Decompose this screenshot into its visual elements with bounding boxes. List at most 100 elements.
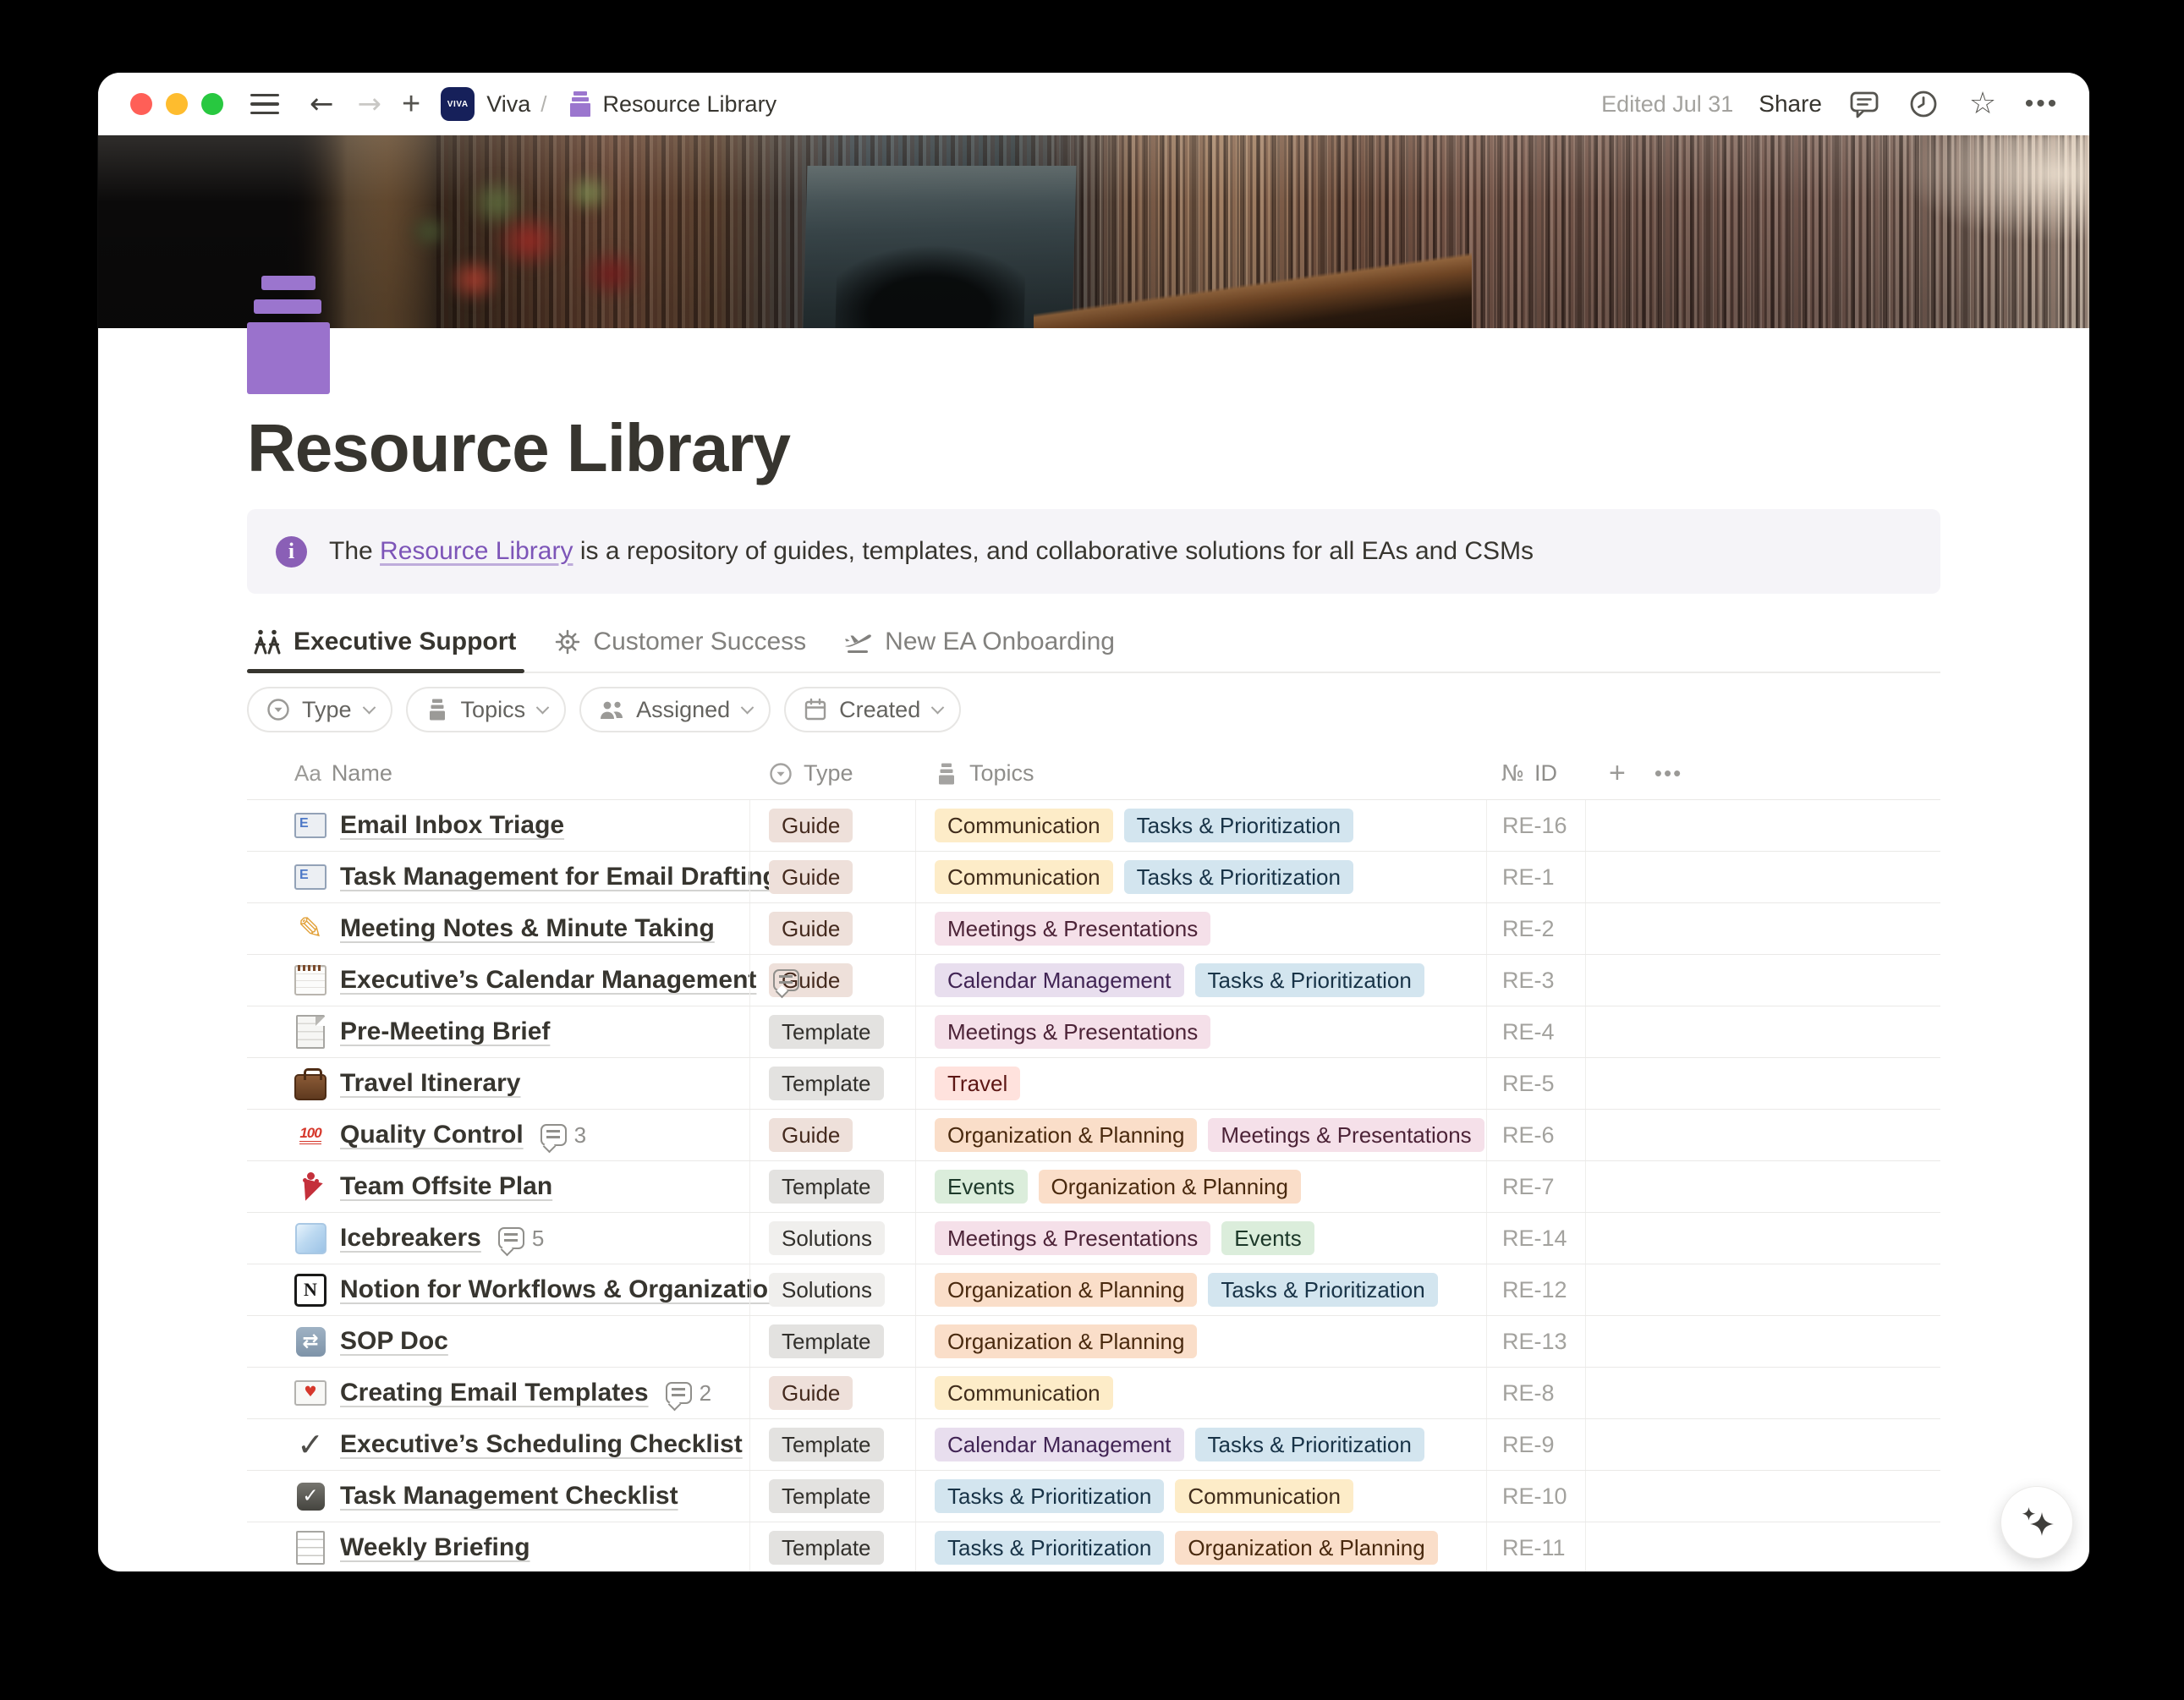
notion-ai-button[interactable] bbox=[2000, 1486, 2073, 1559]
page-archive-icon[interactable] bbox=[247, 276, 345, 394]
new-page-icon[interactable]: + bbox=[402, 86, 420, 123]
page-link[interactable]: Weekly Briefing bbox=[340, 1533, 530, 1562]
type-cell[interactable]: Template bbox=[749, 1471, 915, 1522]
page-link[interactable]: Icebreakers bbox=[340, 1224, 481, 1253]
comment-indicator[interactable]: 3 bbox=[541, 1122, 586, 1149]
name-cell[interactable]: Team Offsite Plan bbox=[247, 1161, 749, 1212]
table-options-icon[interactable]: ••• bbox=[1654, 760, 1682, 787]
column-header-topics[interactable]: Topics bbox=[915, 760, 1486, 787]
column-header-name[interactable]: Aa Name bbox=[247, 760, 749, 787]
breadcrumb-page[interactable]: Resource Library bbox=[602, 91, 776, 118]
extra-cell bbox=[1585, 1368, 1940, 1418]
favorite-star-icon[interactable]: ☆ bbox=[1966, 87, 2000, 121]
topics-cell[interactable]: Meetings & Presentations bbox=[915, 1006, 1486, 1057]
type-cell[interactable]: Solutions bbox=[749, 1264, 915, 1315]
name-cell[interactable]: Quality Control 3 bbox=[247, 1110, 749, 1160]
topics-cell[interactable]: Organization & PlanningTasks & Prioritiz… bbox=[915, 1264, 1486, 1315]
page-link[interactable]: Task Management Checklist bbox=[340, 1482, 678, 1511]
tab-executive-support[interactable]: Executive Support bbox=[247, 619, 524, 672]
share-button[interactable]: Share bbox=[1759, 90, 1822, 118]
workspace-logo[interactable]: VIVA bbox=[441, 87, 475, 121]
comment-indicator[interactable]: 5 bbox=[498, 1226, 544, 1252]
comment-indicator[interactable]: 2 bbox=[666, 1380, 711, 1407]
topics-cell[interactable]: Calendar ManagementTasks & Prioritizatio… bbox=[915, 955, 1486, 1006]
topics-cell[interactable]: EventsOrganization & Planning bbox=[915, 1161, 1486, 1212]
type-cell[interactable]: Template bbox=[749, 1006, 915, 1057]
name-cell[interactable]: Task Management for Email Drafting bbox=[247, 852, 749, 902]
type-cell[interactable]: Solutions bbox=[749, 1213, 915, 1264]
breadcrumb-workspace[interactable]: Viva bbox=[486, 91, 530, 118]
page-link[interactable]: Executive’s Calendar Management bbox=[340, 966, 756, 995]
type-cell[interactable]: Guide bbox=[749, 800, 915, 851]
topics-cell[interactable]: Meetings & Presentations bbox=[915, 903, 1486, 954]
topics-cell[interactable]: Communication bbox=[915, 1368, 1486, 1418]
back-icon[interactable]: ← bbox=[310, 90, 334, 118]
type-tag: Template bbox=[769, 1428, 884, 1461]
tab-customer-success[interactable]: Customer Success bbox=[548, 619, 815, 672]
callout-text: The Resource Library is a repository of … bbox=[329, 537, 1534, 566]
name-cell[interactable]: Notion for Workflows & Organization bbox=[247, 1264, 749, 1315]
name-cell[interactable]: Weekly Briefing bbox=[247, 1522, 749, 1571]
topics-cell[interactable]: Organization & PlanningMeetings & Presen… bbox=[915, 1110, 1486, 1160]
sidebar-toggle-icon[interactable] bbox=[250, 94, 279, 115]
topics-cell[interactable]: Meetings & PresentationsEvents bbox=[915, 1213, 1486, 1264]
page-link[interactable]: Notion for Workflows & Organization bbox=[340, 1275, 783, 1304]
name-cell[interactable]: Pre-Meeting Brief bbox=[247, 1006, 749, 1057]
name-cell[interactable]: Executive’s Calendar Management 1 bbox=[247, 955, 749, 1006]
add-column-icon[interactable]: + bbox=[1609, 757, 1626, 790]
topics-cell[interactable]: CommunicationTasks & Prioritization bbox=[915, 852, 1486, 902]
filter-assigned[interactable]: Assigned bbox=[579, 687, 771, 732]
comments-icon[interactable] bbox=[1847, 87, 1881, 121]
resource-library-link[interactable]: Resource Library bbox=[380, 537, 573, 565]
id-cell: RE-2 bbox=[1486, 903, 1585, 954]
filter-type[interactable]: Type bbox=[247, 687, 392, 732]
zoom-window-button[interactable] bbox=[201, 93, 223, 115]
type-cell[interactable]: Guide bbox=[749, 903, 915, 954]
name-cell[interactable]: Executive’s Scheduling Checklist bbox=[247, 1419, 749, 1470]
filter-topics[interactable]: Topics bbox=[406, 687, 567, 732]
column-header-type[interactable]: Type bbox=[749, 760, 915, 787]
page-link[interactable]: Travel Itinerary bbox=[340, 1069, 520, 1098]
id-value: RE-5 bbox=[1502, 1071, 1555, 1097]
type-cell[interactable]: Template bbox=[749, 1161, 915, 1212]
topics-cell[interactable]: CommunicationTasks & Prioritization bbox=[915, 800, 1486, 851]
page-link[interactable]: Pre-Meeting Brief bbox=[340, 1017, 550, 1046]
name-cell[interactable]: Travel Itinerary bbox=[247, 1058, 749, 1109]
type-cell[interactable]: Template bbox=[749, 1316, 915, 1367]
page-link[interactable]: Task Management for Email Drafting bbox=[340, 863, 778, 891]
more-options-icon[interactable]: ••• bbox=[2025, 87, 2059, 121]
topics-cell[interactable]: Calendar ManagementTasks & Prioritizatio… bbox=[915, 1419, 1486, 1470]
name-cell[interactable]: Icebreakers 5 bbox=[247, 1213, 749, 1264]
page-link[interactable]: SOP Doc bbox=[340, 1327, 448, 1356]
page-link[interactable]: Executive’s Scheduling Checklist bbox=[340, 1430, 743, 1459]
archive-icon bbox=[425, 697, 450, 722]
type-cell[interactable]: Template bbox=[749, 1058, 915, 1109]
updates-clock-icon[interactable] bbox=[1907, 87, 1940, 121]
filter-created[interactable]: Created bbox=[784, 687, 961, 732]
name-cell[interactable]: Email Inbox Triage bbox=[247, 800, 749, 851]
page-link[interactable]: Team Offsite Plan bbox=[340, 1172, 552, 1201]
name-cell[interactable]: Task Management Checklist bbox=[247, 1471, 749, 1522]
tab-new-ea-onboarding[interactable]: New EA Onboarding bbox=[838, 619, 1123, 672]
tab-label: Customer Success bbox=[593, 628, 806, 656]
page-link[interactable]: Quality Control bbox=[340, 1121, 524, 1149]
name-cell[interactable]: Meeting Notes & Minute Taking bbox=[247, 903, 749, 954]
close-window-button[interactable] bbox=[130, 93, 152, 115]
minimize-window-button[interactable] bbox=[166, 93, 188, 115]
topics-cell[interactable]: Tasks & PrioritizationOrganization & Pla… bbox=[915, 1522, 1486, 1571]
type-cell[interactable]: Template bbox=[749, 1419, 915, 1470]
page-link[interactable]: Creating Email Templates bbox=[340, 1379, 649, 1407]
type-cell[interactable]: Guide bbox=[749, 1368, 915, 1418]
topics-cell[interactable]: Travel bbox=[915, 1058, 1486, 1109]
page-link[interactable]: Meeting Notes & Minute Taking bbox=[340, 914, 715, 943]
type-cell[interactable]: Template bbox=[749, 1522, 915, 1571]
topics-cell[interactable]: Tasks & PrioritizationCommunication bbox=[915, 1471, 1486, 1522]
email-icon bbox=[294, 861, 327, 893]
type-cell[interactable]: Guide bbox=[749, 852, 915, 902]
type-cell[interactable]: Guide bbox=[749, 1110, 915, 1160]
page-link[interactable]: Email Inbox Triage bbox=[340, 811, 564, 840]
topics-cell[interactable]: Organization & Planning bbox=[915, 1316, 1486, 1367]
column-header-id[interactable]: № ID bbox=[1486, 760, 1585, 787]
name-cell[interactable]: SOP Doc bbox=[247, 1316, 749, 1367]
name-cell[interactable]: Creating Email Templates 2 bbox=[247, 1368, 749, 1418]
